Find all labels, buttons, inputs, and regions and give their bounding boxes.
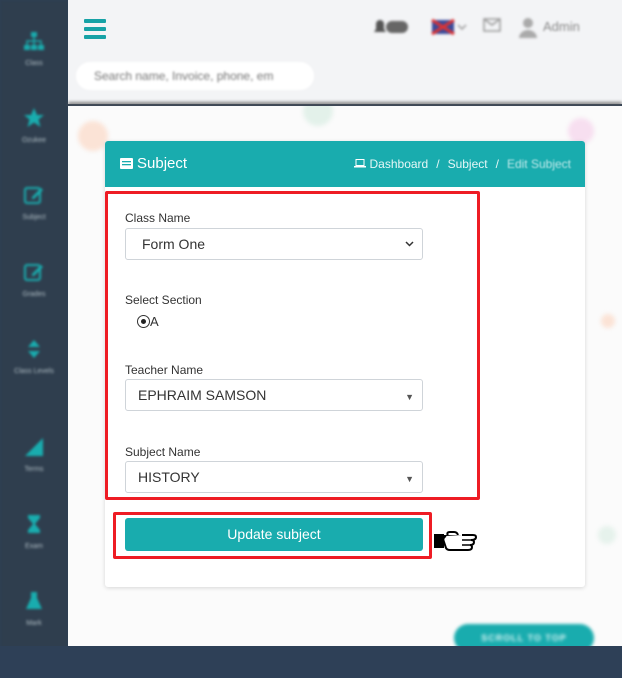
card-title: Subject [120,155,187,172]
hamburger-bar [84,19,106,23]
section-label: Select Section [125,293,202,307]
subject-name-value: HISTORY [138,469,200,485]
teacher-name-select[interactable]: EPHRAIM SAMSON ▼ [125,379,423,411]
laptop-icon [353,159,366,168]
background-decoration [598,526,616,544]
section-radio-a[interactable]: A [137,314,159,329]
mail-icon[interactable] [482,16,502,34]
sidebar-item-grades[interactable]: Grades [0,261,68,300]
sidebar-item-label: Class Levels [14,368,54,375]
edit-icon [24,264,43,281]
card-title-text: Subject [137,155,188,172]
subject-name-label: Subject Name [125,445,201,459]
sidebar-item-label: Mark [26,620,42,627]
top-icons [352,12,622,42]
teacher-name-label: Teacher Name [125,363,204,377]
sidebar: Class Ozukee Subject Grades Class Levels… [0,0,68,678]
sitemap-icon [24,32,44,50]
search-input[interactable] [76,62,314,90]
flag-uk-icon[interactable] [430,16,468,38]
background-decoration [78,121,108,151]
signal-icon [25,438,43,456]
section-option-label: A [150,314,159,329]
user-avatar-icon[interactable] [517,16,539,40]
caret-down-icon: ▼ [405,392,414,402]
sidebar-item-class[interactable]: Class [0,30,68,69]
pointing-hand-icon [434,531,478,551]
top-bar: Admin [68,0,622,104]
hamburger-bar [84,27,106,31]
hamburger-bar [84,35,106,39]
flask-icon [26,592,42,609]
sidebar-item-class-levels[interactable]: Class Levels [0,338,68,377]
notifications-icon[interactable] [372,16,412,38]
breadcrumb: Dashboard / Subject / Edit Subject [353,157,571,171]
card-header: Subject Dashboard / Subject / Edit Subject [105,141,585,187]
book-icon [120,158,133,169]
class-name-label: Class Name [125,211,191,225]
breadcrumb-separator: / [495,157,499,171]
sidebar-item-exam[interactable]: Exam [0,513,68,552]
sidebar-item-mark[interactable]: Mark [0,590,68,629]
chevron-down-icon [405,241,414,247]
class-name-value: Form One [142,236,206,252]
user-name[interactable]: Admin [543,19,580,34]
teacher-name-value: EPHRAIM SAMSON [138,387,267,403]
caret-down-icon: ▼ [405,474,414,484]
update-subject-button[interactable]: Update subject [125,518,423,551]
breadcrumb-subject[interactable]: Subject [448,157,488,171]
hourglass-icon [28,515,40,533]
edit-icon [24,187,43,204]
breadcrumb-dashboard[interactable]: Dashboard [370,157,429,171]
sidebar-item-label: Terms [24,466,44,473]
sidebar-item-ozukee[interactable]: Ozukee [0,107,68,146]
sidebar-item-label: Class [25,60,43,67]
radio-button[interactable] [137,315,150,328]
breadcrumb-current: Edit Subject [506,157,571,171]
footer-bar [0,646,622,678]
sidebar-item-label: Exam [25,543,43,550]
breadcrumb-separator: / [436,157,440,171]
class-name-select[interactable]: Form One [125,228,423,260]
sidebar-item-subject[interactable]: Subject [0,184,68,223]
sort-icon [28,340,40,358]
background-decoration [601,314,615,328]
star-icon [24,108,44,127]
menu-toggle-button[interactable] [84,19,106,39]
background-decoration [303,106,333,126]
sidebar-item-label: Grades [22,291,46,298]
sidebar-item-label: Subject [22,214,46,221]
sidebar-item-label: Ozukee [21,137,47,144]
subject-name-select[interactable]: HISTORY ▼ [125,461,423,493]
sidebar-item-terms[interactable]: Terms [0,436,68,475]
